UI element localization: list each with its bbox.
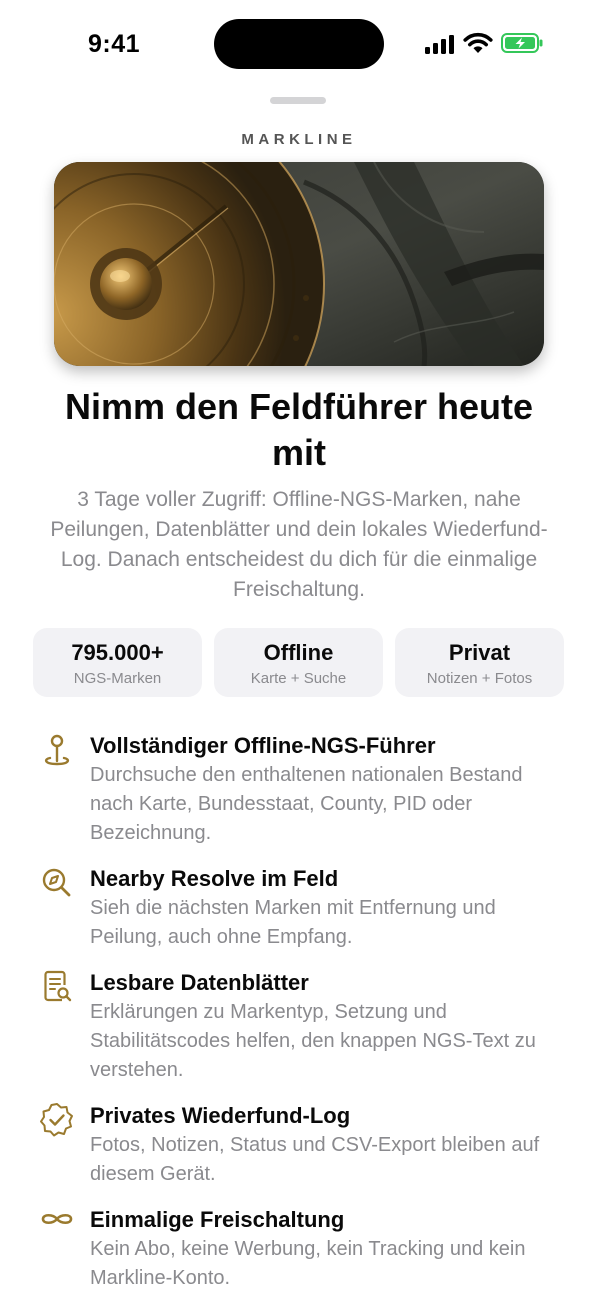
feature-description: Kein Abo, keine Werbung, kein Tracking u… <box>90 1238 526 1289</box>
stat-card-offline: Offline Karte + Suche <box>214 628 383 697</box>
stat-label: Karte + Suche <box>250 670 347 687</box>
feature-title: Lesbare Datenblätter <box>90 970 309 995</box>
stat-card-private: Privat Notizen + Fotos <box>395 628 564 697</box>
feature-description: Durchsuche den enthaltenen nationalen Be… <box>90 764 523 844</box>
stat-card-marks: 795.000+ NGS-Marken <box>33 628 202 697</box>
dynamic-island <box>214 19 384 69</box>
status-bar: 9:41 <box>0 0 598 90</box>
compass-search-icon <box>42 868 71 897</box>
stat-label: Notizen + Fotos <box>426 670 533 687</box>
stat-value: Offline <box>263 640 334 665</box>
stat-value: 795.000+ <box>71 640 164 665</box>
feature-description: Erklärungen zu Markentyp, Setzung und St… <box>90 1001 536 1081</box>
feature-title: Vollständiger Offline-NGS-Führer <box>90 733 436 758</box>
paywall-subtitle: 3 Tage voller Zugriff: Offline-NGS-Marke… <box>50 488 548 601</box>
sheet-grabber[interactable] <box>270 97 326 104</box>
feature-title: Einmalige Freischaltung <box>90 1207 345 1232</box>
stat-value: Privat <box>448 640 511 665</box>
datasheet-icon <box>44 970 72 1002</box>
stat-label: NGS-Marken <box>73 670 162 687</box>
stats-row: 795.000+ NGS-Marken Offline Karte + Such… <box>33 628 565 697</box>
cellular-signal-icon <box>425 35 454 54</box>
feature-title: Privates Wiederfund-Log <box>90 1103 351 1128</box>
feature-description: Sieh die nächsten Marken mit Entfernung … <box>90 897 496 948</box>
status-time: 9:41 <box>88 30 141 58</box>
feature-title: Nearby Resolve im Feld <box>90 866 339 891</box>
verified-badge-icon <box>40 1103 73 1137</box>
hero-image <box>54 162 544 366</box>
feature-description: Fotos, Notizen, Status und CSV-Export bl… <box>90 1134 540 1185</box>
battery-charging-icon <box>501 33 543 53</box>
map-pin-icon <box>44 734 70 766</box>
infinity-icon <box>41 1213 73 1225</box>
paywall-headline: Nimm den Feldführer heute mit <box>64 386 534 473</box>
wifi-icon <box>463 32 493 53</box>
brand-name: MARKLINE <box>241 131 357 148</box>
